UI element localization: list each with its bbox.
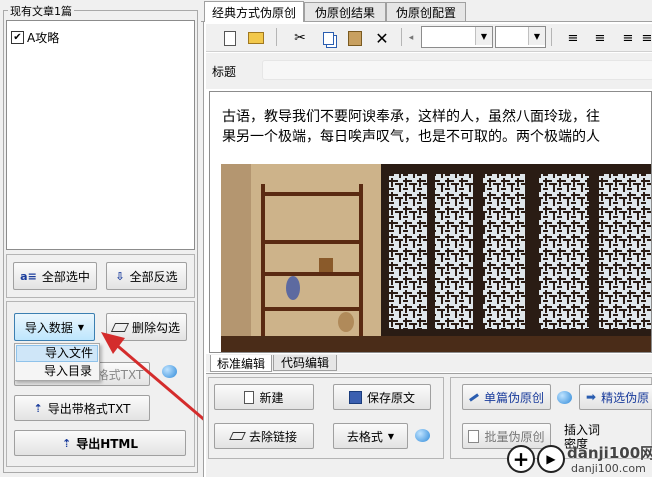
dropdown-arrow-icon: ▼ bbox=[528, 27, 545, 45]
import-data-button[interactable]: 导入数据 ▼ bbox=[14, 313, 95, 341]
toolbar-separator bbox=[401, 28, 402, 46]
menu-item-import-file[interactable]: 导入文件 bbox=[16, 345, 98, 362]
align-left-icon[interactable]: ≡ bbox=[563, 28, 583, 48]
help-bubble-icon[interactable] bbox=[557, 391, 572, 404]
article-list-title: 现有文章1篇 bbox=[8, 3, 74, 19]
select-all-icon: a≡ bbox=[20, 269, 37, 283]
align-right-icon[interactable]: ≡ bbox=[618, 28, 638, 48]
content-line-1: 古语，教导我们不要阿谀奉承，这样的人，虽然八面玲珑，往 bbox=[222, 109, 600, 125]
justify-icon[interactable]: ≡ bbox=[642, 28, 652, 48]
new-button[interactable]: 新建 bbox=[214, 384, 314, 410]
menu-item-import-folder[interactable]: 导入目录 bbox=[16, 363, 98, 380]
invert-select-icon: ⇩ bbox=[115, 269, 125, 283]
invert-select-button[interactable]: ⇩ 全部反选 bbox=[106, 262, 187, 290]
eraser-icon bbox=[229, 432, 246, 440]
dropdown-arrow-icon: ▼ bbox=[77, 322, 85, 332]
delete-icon[interactable]: ✕ bbox=[372, 28, 392, 48]
title-input[interactable] bbox=[262, 60, 652, 80]
select-all-button[interactable]: a≡ 全部选中 bbox=[13, 262, 97, 290]
watermark-logo: + ▶ danji100网 danji100.com bbox=[507, 442, 652, 477]
watermark-brand: danji100网 bbox=[567, 444, 652, 462]
content-editor[interactable]: 古语，教导我们不要阿谀奉承，这样的人，虽然八面玲珑，往 果另一个极端，每日唉声叹… bbox=[209, 91, 652, 353]
tab-classic-rewrite[interactable]: 经典方式伪原创 bbox=[204, 1, 304, 22]
content-line-2: 果另一个极端，每日唉声叹气，也是不可取的。两个极端的人 bbox=[222, 129, 600, 145]
tab-rewrite-result[interactable]: 伪原创结果 bbox=[304, 2, 386, 21]
title-label: 标题 bbox=[212, 65, 237, 79]
tab-standard-edit[interactable]: 标准编辑 bbox=[210, 355, 272, 372]
article-checkbox[interactable]: ✔ bbox=[11, 31, 24, 44]
play-circle-icon: ▶ bbox=[537, 445, 565, 473]
font-family-select[interactable]: ▼ bbox=[421, 26, 493, 48]
dropdown-arrow-icon: ▼ bbox=[387, 431, 395, 441]
align-center-icon[interactable]: ≡ bbox=[590, 28, 610, 48]
single-rewrite-button[interactable]: 单篇伪原创 bbox=[462, 384, 551, 410]
tab-rewrite-config[interactable]: 伪原创配置 bbox=[386, 2, 466, 21]
tab-code-edit[interactable]: 代码编辑 bbox=[273, 355, 337, 371]
plus-circle-icon: + bbox=[507, 445, 535, 473]
interior-photo bbox=[221, 164, 651, 352]
export-html-icon: ⇡ bbox=[61, 436, 72, 450]
save-icon bbox=[348, 390, 362, 404]
remove-format-button[interactable]: 去格式 ▼ bbox=[333, 423, 408, 449]
copy-icon[interactable] bbox=[318, 28, 338, 48]
import-dropdown-menu: 导入文件 导入目录 bbox=[14, 343, 100, 381]
batch-doc-icon bbox=[468, 429, 480, 443]
export-icon: ⇡ bbox=[33, 401, 43, 415]
pen-icon bbox=[469, 392, 479, 402]
paste-icon[interactable] bbox=[345, 28, 365, 48]
toolbar-separator bbox=[551, 28, 552, 46]
article-label[interactable]: A攻略 bbox=[27, 29, 59, 46]
dropdown-arrow-icon: ▼ bbox=[475, 27, 492, 45]
cut-icon[interactable]: ✂ bbox=[290, 28, 310, 48]
article-list[interactable]: ✔ A攻略 bbox=[6, 20, 195, 250]
watermark-domain: danji100.com bbox=[571, 462, 646, 475]
article-item[interactable]: ✔ A攻略 bbox=[11, 29, 59, 46]
help-bubble-icon[interactable] bbox=[415, 429, 430, 442]
arrow-right-icon: ➡ bbox=[586, 390, 597, 404]
precise-select-button[interactable]: ➡ 精选伪原 bbox=[579, 384, 652, 410]
font-size-select[interactable]: ▼ bbox=[495, 26, 546, 48]
export-html-button[interactable]: ⇡ 导出HTML bbox=[14, 430, 186, 456]
new-doc-icon bbox=[244, 390, 255, 404]
save-original-button[interactable]: 保存原文 bbox=[333, 384, 431, 410]
open-folder-icon[interactable] bbox=[246, 28, 266, 48]
new-doc-icon[interactable] bbox=[220, 28, 240, 48]
toolbar-scroll-left-icon[interactable]: ◂ bbox=[405, 28, 417, 48]
annotation-arrow bbox=[101, 332, 208, 424]
toolbar-separator bbox=[276, 28, 277, 46]
remove-links-button[interactable]: 去除链接 bbox=[214, 423, 314, 449]
